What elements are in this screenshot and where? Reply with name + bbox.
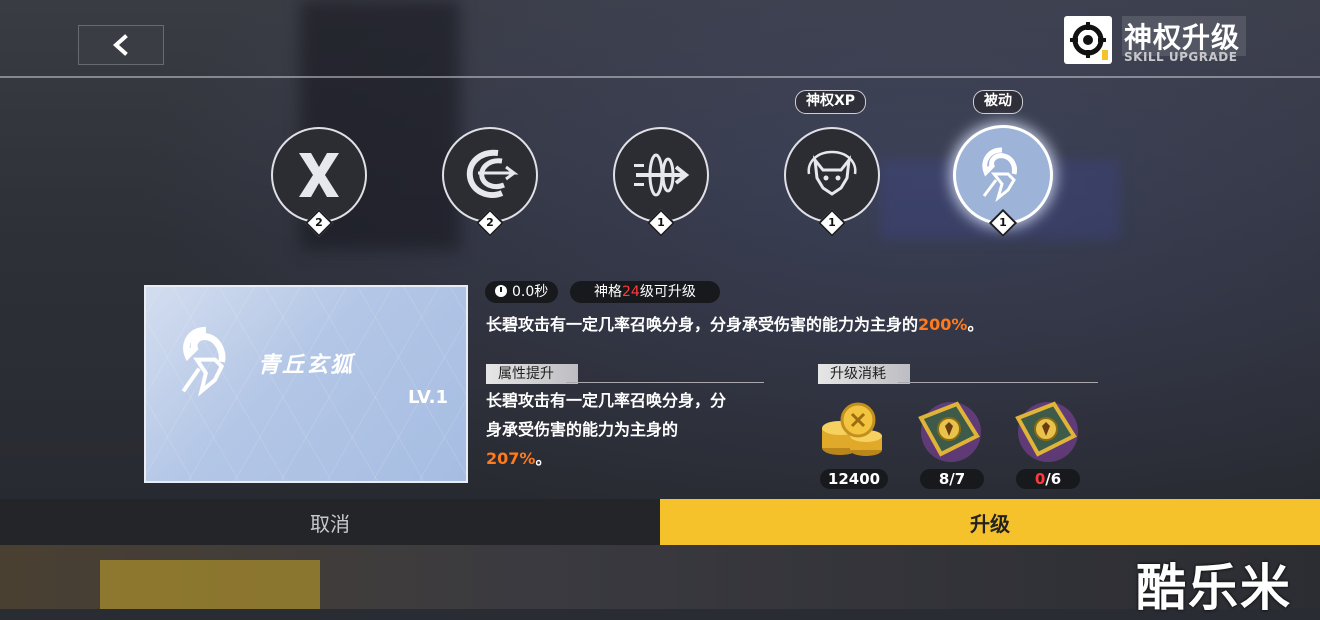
skill-card: 青丘玄狐 LV.1: [144, 285, 468, 483]
watermark: 酷乐米: [1136, 559, 1292, 617]
book-2-required: /6: [1045, 470, 1062, 488]
description-end: 。: [967, 315, 984, 334]
gold-amount: 12400: [820, 469, 888, 489]
requirement-suffix: 级可升级: [639, 284, 696, 300]
attribute-description: 长碧攻击有一定几率召唤分身，分 身承受伤害的能力为主身的 207%。: [486, 386, 786, 473]
fox-spirit-icon: [982, 147, 1017, 203]
book-2-owned: 0: [1034, 470, 1046, 488]
title-english: SKILL UPGRADE: [1124, 50, 1238, 64]
attribute-section-header: 属性提升: [486, 364, 578, 384]
attribute-line-1: 长碧攻击有一定几率召唤分身，分: [486, 391, 727, 410]
description-value: 200%: [918, 315, 968, 334]
clock-icon: [495, 285, 507, 297]
cooldown-pill: 0.0秒: [485, 281, 559, 303]
cross-blades-icon: [299, 153, 339, 197]
dash-strike-icon: [634, 153, 690, 197]
description-text: 长碧攻击有一定几率召唤分身，分身承受伤害的能力为主身的: [486, 315, 919, 334]
skill-book-icon: [1015, 401, 1078, 462]
requirement-prefix: 神格: [594, 284, 622, 300]
cost-item-book-2[interactable]: [1010, 396, 1080, 466]
skill-name: 青丘玄狐: [258, 353, 355, 378]
cooldown-value: 0.0秒: [512, 284, 549, 300]
book-1-owned: 8: [938, 470, 950, 488]
skill-tag-passive: 被动: [973, 90, 1023, 114]
attribute-end: 。: [535, 449, 552, 468]
cost-item-book-1[interactable]: [913, 396, 983, 466]
divider: [898, 382, 1098, 383]
spiral-wind-icon: [466, 149, 519, 198]
gold-coins-icon: [822, 402, 882, 456]
requirement-pill: 神格24级可升级: [570, 281, 720, 303]
cost-item-gold[interactable]: [818, 398, 888, 468]
skill-upgrade-emblem-icon: [1064, 16, 1112, 64]
fox-head-icon: [807, 150, 857, 196]
back-button[interactable]: [78, 25, 164, 65]
book-1-count: 8/7: [920, 469, 984, 489]
top-bar: 神权升级 SKILL UPGRADE: [0, 0, 1320, 78]
cancel-button[interactable]: 取消: [0, 499, 660, 545]
fox-spirit-icon: [181, 326, 226, 397]
attribute-line-2: 身承受伤害的能力为主身的: [486, 420, 679, 439]
page-title: 神权升级 SKILL UPGRADE: [1064, 14, 1260, 66]
skill-tag-xp: 神权XP: [795, 90, 867, 114]
cost-section-header: 升级消耗: [818, 364, 910, 384]
chevron-left-icon: [112, 34, 128, 56]
background-yellow-block: [100, 560, 320, 609]
requirement-level: 24: [622, 284, 640, 300]
book-2-count: 0/6: [1016, 469, 1080, 489]
divider: [566, 382, 764, 383]
skill-level: LV.1: [408, 387, 448, 408]
upgrade-button[interactable]: 升级: [660, 499, 1320, 545]
skill-book-icon: [918, 401, 981, 462]
attribute-value: 207%: [486, 449, 536, 468]
skill-description: 长碧攻击有一定几率召唤分身，分身承受伤害的能力为主身的200%。: [486, 311, 983, 335]
book-1-required: /7: [949, 470, 966, 488]
